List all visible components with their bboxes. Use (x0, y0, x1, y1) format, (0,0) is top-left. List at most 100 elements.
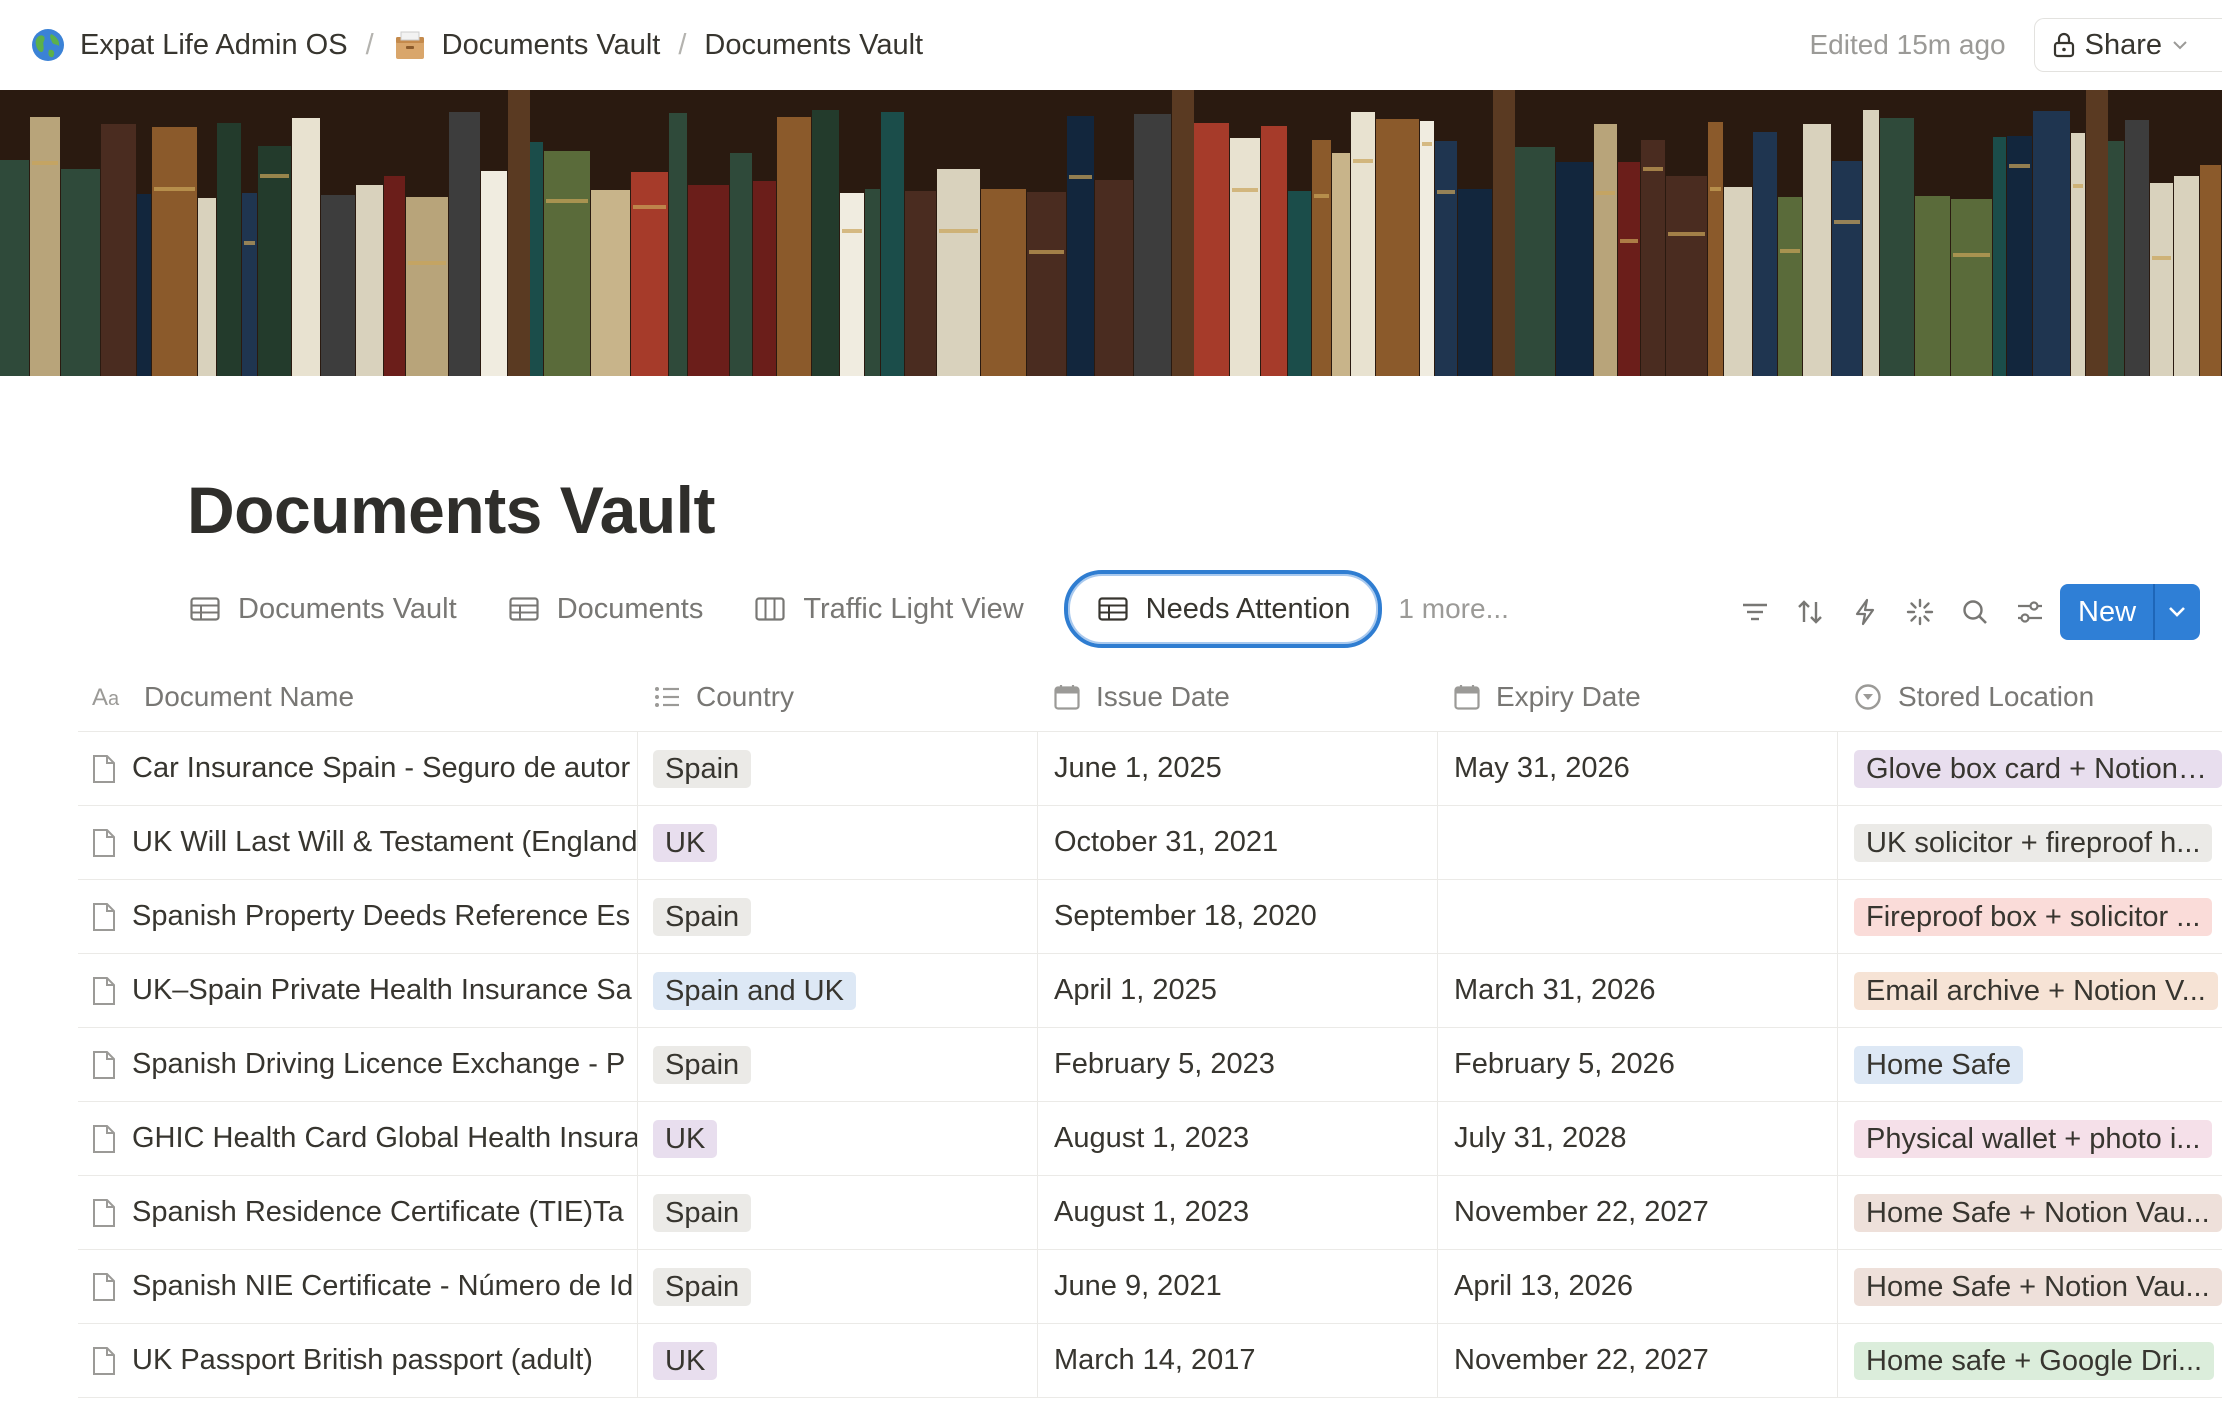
book-spine (2071, 133, 2085, 376)
issue-date-cell[interactable]: June 9, 2021 (1038, 1250, 1438, 1323)
country-cell[interactable]: Spain (638, 1028, 1038, 1101)
cover-image[interactable] (0, 90, 2222, 376)
column-header-stored-location[interactable]: Stored Location (1838, 662, 2222, 731)
stored-location-cell[interactable]: Fireproof box + solicitor ... (1838, 880, 2222, 953)
share-button[interactable]: Share (2033, 18, 2222, 72)
stored-location-cell[interactable]: Home safe + Google Dri... (1838, 1324, 2222, 1397)
book-spine (881, 112, 904, 376)
country-tag: Spain (653, 1193, 752, 1232)
breadcrumb-parent[interactable]: Documents Vault (392, 27, 660, 63)
table-row[interactable]: Car Insurance Spain - Seguro de autor Spa… (78, 732, 2222, 806)
document-name[interactable]: Car Insurance Spain - Seguro de autor (132, 752, 630, 785)
country-cell[interactable]: Spain and UK (638, 954, 1038, 1027)
issue-date-cell[interactable]: June 1, 2025 (1038, 732, 1438, 805)
filter-icon[interactable] (1735, 592, 1775, 632)
stored-location-cell[interactable]: Email archive + Notion V... (1838, 954, 2222, 1027)
stored-location-cell[interactable]: Home Safe + Notion Vau... (1838, 1176, 2222, 1249)
expiry-date-cell[interactable] (1438, 806, 1838, 879)
tab-documents-vault[interactable]: Documents Vault (190, 574, 457, 644)
stored-location-tag: Fireproof box + solicitor ... (1854, 897, 2213, 936)
document-name[interactable]: UK Passport British passport (adult) (132, 1344, 593, 1377)
tab-documents[interactable]: Documents (509, 574, 703, 644)
breadcrumb-current[interactable]: Documents Vault (704, 29, 923, 62)
table-row[interactable]: Spanish Property Deeds Reference Es Spain… (78, 880, 2222, 954)
breadcrumb-workspace[interactable]: Expat Life Admin OS (30, 27, 348, 63)
expiry-date-cell[interactable]: November 22, 2027 (1438, 1324, 1838, 1397)
ai-sparkle-icon[interactable] (1900, 592, 1940, 632)
table-row[interactable]: Spanish Residence Certificate (TIE)Ta Spa… (78, 1176, 2222, 1250)
stored-location-cell[interactable]: UK solicitor + fireproof h... (1838, 806, 2222, 879)
document-name[interactable]: Spanish NIE Certificate - Número de Id (132, 1270, 633, 1303)
more-views-link[interactable]: 1 more... (1398, 593, 1508, 625)
automation-lightning-icon[interactable] (1845, 592, 1885, 632)
table-row[interactable]: Spanish NIE Certificate - Número de Id Sp… (78, 1250, 2222, 1324)
issue-date-cell[interactable]: February 5, 2023 (1038, 1028, 1438, 1101)
book-spine (1641, 140, 1665, 376)
column-header-issue-date[interactable]: Issue Date (1038, 662, 1438, 731)
table-row[interactable]: Spanish Driving Licence Exchange - P Spai… (78, 1028, 2222, 1102)
document-name[interactable]: Spanish Residence Certificate (TIE)Ta (132, 1196, 624, 1229)
country-cell[interactable]: UK (638, 806, 1038, 879)
column-header-expiry-date[interactable]: Expiry Date (1438, 662, 1838, 731)
country-cell[interactable]: Spain (638, 1250, 1038, 1323)
expiry-date-cell[interactable]: February 5, 2026 (1438, 1028, 1838, 1101)
sort-icon[interactable] (1790, 592, 1830, 632)
book-spine-band (546, 199, 588, 203)
country-cell[interactable]: Spain (638, 732, 1038, 805)
issue-date-cell[interactable]: April 1, 2025 (1038, 954, 1438, 1027)
document-name[interactable]: Spanish Driving Licence Exchange - P (132, 1048, 625, 1081)
issue-date-cell[interactable]: August 1, 2023 (1038, 1102, 1438, 1175)
expiry-date-cell[interactable] (1438, 880, 1838, 953)
expiry-date-cell[interactable]: May 31, 2026 (1438, 732, 1838, 805)
document-name-cell[interactable]: Spanish Property Deeds Reference Es (78, 880, 638, 953)
expiry-date: November 22, 2027 (1454, 1196, 1709, 1228)
stored-location-cell[interactable]: Glove box card + Notion ... (1838, 732, 2222, 805)
settings-sliders-icon[interactable] (2010, 592, 2050, 632)
document-name-cell[interactable]: UK–Spain Private Health Insurance Sa (78, 954, 638, 1027)
country-cell[interactable]: UK (638, 1102, 1038, 1175)
expiry-date-cell[interactable]: April 13, 2026 (1438, 1250, 1838, 1323)
book-spine (1666, 176, 1707, 376)
tab-needs-attention[interactable]: Needs Attention (1063, 570, 1383, 648)
expiry-date-cell[interactable]: July 31, 2028 (1438, 1102, 1838, 1175)
tab-traffic-light-view[interactable]: Traffic Light View (755, 574, 1024, 644)
book-spine (61, 169, 100, 376)
document-name[interactable]: UK–Spain Private Health Insurance Sa (132, 974, 632, 1007)
document-name-cell[interactable]: Car Insurance Spain - Seguro de autor (78, 732, 638, 805)
document-name[interactable]: GHIC Health Card Global Health Insura (132, 1122, 637, 1155)
page-icon (93, 976, 115, 1005)
book-spine (1134, 114, 1171, 376)
stored-location-cell[interactable]: Home Safe + Notion Vau... (1838, 1250, 2222, 1323)
new-dropdown-chevron[interactable] (2155, 605, 2201, 619)
issue-date-cell[interactable]: August 1, 2023 (1038, 1176, 1438, 1249)
document-name-cell[interactable]: Spanish Residence Certificate (TIE)Ta (78, 1176, 638, 1249)
country-cell[interactable]: UK (638, 1324, 1038, 1397)
document-name-cell[interactable]: GHIC Health Card Global Health Insura (78, 1102, 638, 1175)
stored-location-cell[interactable]: Home Safe (1838, 1028, 2222, 1101)
expiry-date-cell[interactable]: November 22, 2027 (1438, 1176, 1838, 1249)
country-cell[interactable]: Spain (638, 880, 1038, 953)
issue-date-cell[interactable]: September 18, 2020 (1038, 880, 1438, 953)
document-name[interactable]: UK Will Last Will & Testament (England (132, 826, 637, 859)
book-spine-band (1596, 191, 1615, 195)
document-name-cell[interactable]: UK Will Last Will & Testament (England (78, 806, 638, 879)
document-name-cell[interactable]: Spanish Driving Licence Exchange - P (78, 1028, 638, 1101)
book-spine (2007, 136, 2032, 376)
document-name[interactable]: Spanish Property Deeds Reference Es (132, 900, 630, 933)
table-row[interactable]: UK Passport British passport (adult) UK Ma… (78, 1324, 2222, 1398)
table-row[interactable]: UK Will Last Will & Testament (England UK… (78, 806, 2222, 880)
new-button[interactable]: New (2060, 584, 2200, 640)
search-icon[interactable] (1955, 592, 1995, 632)
table-row[interactable]: GHIC Health Card Global Health Insura UK A… (78, 1102, 2222, 1176)
issue-date-cell[interactable]: October 31, 2021 (1038, 806, 1438, 879)
expiry-date-cell[interactable]: March 31, 2026 (1438, 954, 1838, 1027)
column-header-document-name[interactable]: Aa Document Name (78, 662, 638, 731)
column-header-country[interactable]: Country (638, 662, 1038, 731)
stored-location-cell[interactable]: Physical wallet + photo i... (1838, 1102, 2222, 1175)
table-row[interactable]: UK–Spain Private Health Insurance Sa Spai… (78, 954, 2222, 1028)
country-cell[interactable]: Spain (638, 1176, 1038, 1249)
file-box-icon (392, 27, 428, 63)
issue-date-cell[interactable]: March 14, 2017 (1038, 1324, 1438, 1397)
document-name-cell[interactable]: UK Passport British passport (adult) (78, 1324, 638, 1397)
document-name-cell[interactable]: Spanish NIE Certificate - Número de Id (78, 1250, 638, 1323)
